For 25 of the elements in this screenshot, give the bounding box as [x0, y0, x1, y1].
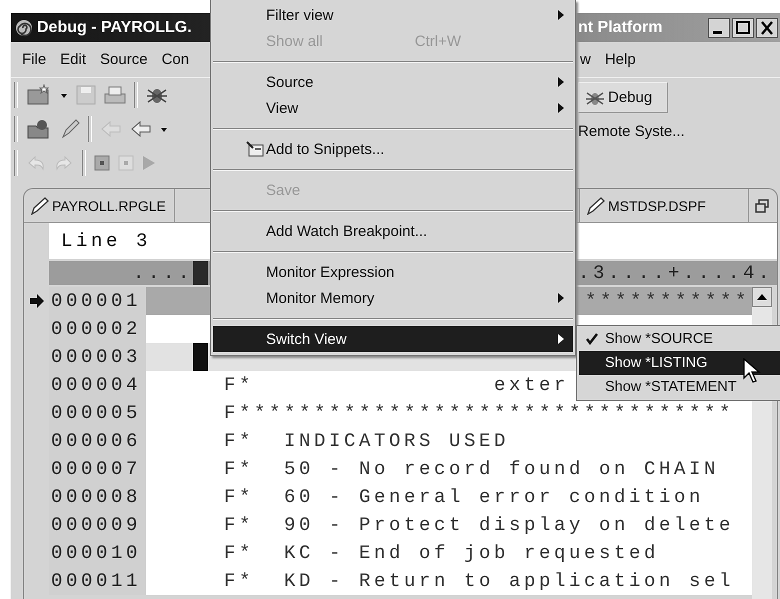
- line-number: 000010: [49, 539, 146, 567]
- window-title: nt Platform: [578, 18, 662, 36]
- code-text: F* 90 - Protect display on delete: [224, 514, 734, 536]
- code-text: F* KD - Return to application sel: [224, 570, 734, 592]
- line-number: 000009: [49, 511, 146, 539]
- code-text: F* INDICATORS USED: [224, 430, 510, 452]
- line-number: 000011: [49, 567, 146, 595]
- line-number: 000005: [49, 399, 146, 427]
- line-number: 000001: [49, 287, 146, 315]
- code-text: ***********: [584, 290, 750, 312]
- code-text: F*********************************: [224, 402, 734, 424]
- line-number: 000003: [49, 343, 146, 371]
- code-text: F* exter: [224, 374, 570, 396]
- line-number: 000004: [49, 371, 146, 399]
- code-text: F* KC - End of job requested: [224, 542, 660, 564]
- line-number: 000002: [49, 315, 146, 343]
- shortcut-label: Ctrl+W: [414, 32, 461, 50]
- code-text: F* 60 - General error condition: [224, 486, 704, 508]
- line-number: 000007: [49, 455, 146, 483]
- code-text: F* 50 - No record found on CHAIN: [224, 458, 720, 480]
- perspective-label: Debug: [608, 89, 652, 106]
- line-number: 000008: [49, 483, 146, 511]
- line-number: 000006: [49, 427, 146, 455]
- window-title: Debug - PAYROLLG.: [37, 18, 192, 36]
- ruler: ....: [49, 261, 193, 285]
